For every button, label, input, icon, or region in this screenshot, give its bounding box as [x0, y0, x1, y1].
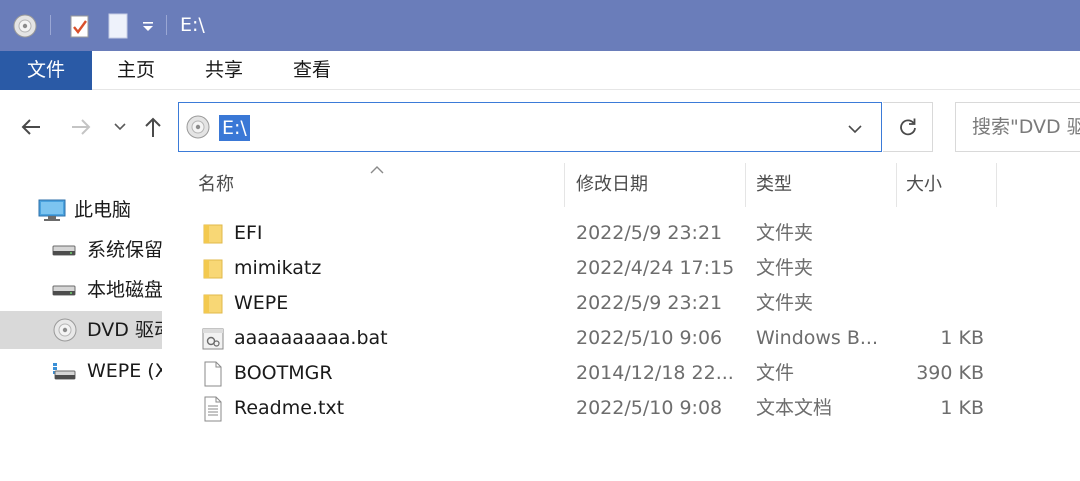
file-type: 文件夹	[756, 292, 814, 314]
tab-file[interactable]: 文件	[0, 51, 92, 90]
navigation-pane: 此电脑 系统保留 本地磁盘 DVD 驱 WEPE (X	[0, 160, 162, 481]
customize-toolbar-dropdown-icon[interactable]	[138, 0, 158, 51]
address-bar[interactable]: E:\	[178, 102, 882, 152]
column-divider[interactable]	[745, 163, 746, 207]
file-name: mimikatz	[234, 257, 322, 279]
drive-icon	[52, 231, 76, 269]
file-type: 文件夹	[756, 257, 814, 279]
file-row[interactable]: WEPE 2022/5/9 23:21 文件夹	[196, 286, 1080, 321]
file-name: aaaaaaaaaa.bat	[234, 327, 388, 349]
file-date: 2022/5/10 9:06	[576, 327, 723, 349]
batch-file-icon	[200, 321, 226, 356]
column-header-date[interactable]: 修改日期	[576, 163, 736, 207]
folder-icon	[200, 216, 226, 251]
file-size	[896, 286, 984, 321]
refresh-icon	[899, 118, 916, 136]
network-drive-icon	[52, 352, 76, 390]
file-type: Windows B...	[756, 327, 879, 349]
file-date: 2014/12/18 22...	[576, 362, 734, 384]
drive-icon	[52, 271, 76, 309]
computer-icon	[38, 191, 66, 229]
file-date: 2022/5/10 9:08	[576, 397, 723, 419]
file-row[interactable]: Readme.txt 2022/5/10 9:08 文本文档 1 KB	[196, 391, 1080, 426]
text-file-icon	[200, 391, 226, 426]
dvd-drive-icon	[52, 311, 78, 349]
tab-home[interactable]: 主页	[100, 51, 172, 90]
file-date: 2022/5/9 23:21	[576, 222, 723, 244]
file-row[interactable]: aaaaaaaaaa.bat 2022/5/10 9:06 Windows B.…	[196, 321, 1080, 356]
nav-item-wepe[interactable]: WEPE (X	[0, 352, 162, 390]
file-row[interactable]: mimikatz 2022/4/24 17:15 文件夹	[196, 251, 1080, 286]
file-name: WEPE	[234, 292, 289, 314]
file-type: 文件	[756, 362, 795, 384]
forward-button[interactable]	[64, 106, 98, 148]
file-size	[896, 251, 984, 286]
file-size: 1 KB	[940, 397, 984, 419]
search-placeholder: 搜索"DVD 驱	[972, 116, 1080, 138]
folder-icon	[200, 251, 226, 286]
nav-item-system-reserved[interactable]: 系统保留	[0, 231, 162, 269]
address-path[interactable]: E:\	[219, 115, 250, 141]
back-button[interactable]	[14, 106, 48, 148]
nav-item-local-disk[interactable]: 本地磁盘	[0, 271, 162, 309]
title-bar: E:\	[0, 0, 1080, 51]
column-header-type[interactable]: 类型	[756, 163, 886, 207]
nav-item-label: 此电脑	[74, 199, 132, 221]
file-date: 2022/5/9 23:21	[576, 292, 723, 314]
column-header-name[interactable]: 名称	[198, 163, 558, 207]
ribbon: 文件 主页 共享 查看	[0, 51, 1080, 90]
file-name: BOOTMGR	[234, 362, 333, 384]
properties-icon[interactable]	[66, 0, 94, 51]
nav-item-dvd-drive[interactable]: DVD 驱动	[0, 311, 162, 349]
file-type: 文件夹	[756, 222, 814, 244]
tab-view[interactable]: 查看	[276, 51, 348, 90]
file-date: 2022/4/24 17:15	[576, 257, 735, 279]
window-title: E:\	[180, 14, 205, 36]
dvd-drive-icon[interactable]	[10, 0, 40, 51]
chevron-down-icon	[848, 125, 862, 134]
refresh-button[interactable]	[883, 102, 933, 152]
folder-icon	[200, 286, 226, 321]
nav-item-label: WEPE (X	[87, 360, 162, 382]
file-row[interactable]: BOOTMGR 2014/12/18 22... 文件 390 KB	[196, 356, 1080, 391]
file-type: 文本文档	[756, 397, 833, 419]
nav-item-this-pc[interactable]: 此电脑	[0, 191, 162, 229]
column-divider[interactable]	[564, 163, 565, 207]
separator	[50, 15, 51, 35]
arrow-left-icon	[21, 119, 40, 135]
chevron-down-icon	[114, 123, 126, 131]
up-button[interactable]	[138, 106, 168, 148]
file-size: 390 KB	[916, 362, 984, 384]
arrow-up-icon	[145, 117, 161, 137]
file-name: Readme.txt	[234, 397, 345, 419]
nav-item-label: 系统保留	[87, 239, 162, 261]
search-box[interactable]: 搜索"DVD 驱	[955, 102, 1080, 152]
file-row[interactable]: EFI 2022/5/9 23:21 文件夹	[196, 216, 1080, 251]
column-header-size[interactable]: 大小	[906, 163, 986, 207]
arrow-right-icon	[72, 119, 91, 135]
recent-locations-button[interactable]	[108, 106, 132, 148]
tab-share[interactable]: 共享	[188, 51, 260, 90]
separator	[166, 15, 167, 35]
column-divider[interactable]	[896, 163, 897, 207]
nav-item-label: DVD 驱动	[87, 319, 162, 341]
file-size	[896, 216, 984, 251]
dvd-drive-icon	[185, 114, 211, 144]
file-size: 1 KB	[940, 327, 984, 349]
nav-item-label: 本地磁盘	[87, 279, 162, 301]
file-icon	[200, 356, 226, 391]
new-folder-icon[interactable]	[104, 0, 132, 51]
address-dropdown-button[interactable]	[847, 120, 863, 139]
file-name: EFI	[234, 222, 263, 244]
column-divider[interactable]	[996, 163, 997, 207]
